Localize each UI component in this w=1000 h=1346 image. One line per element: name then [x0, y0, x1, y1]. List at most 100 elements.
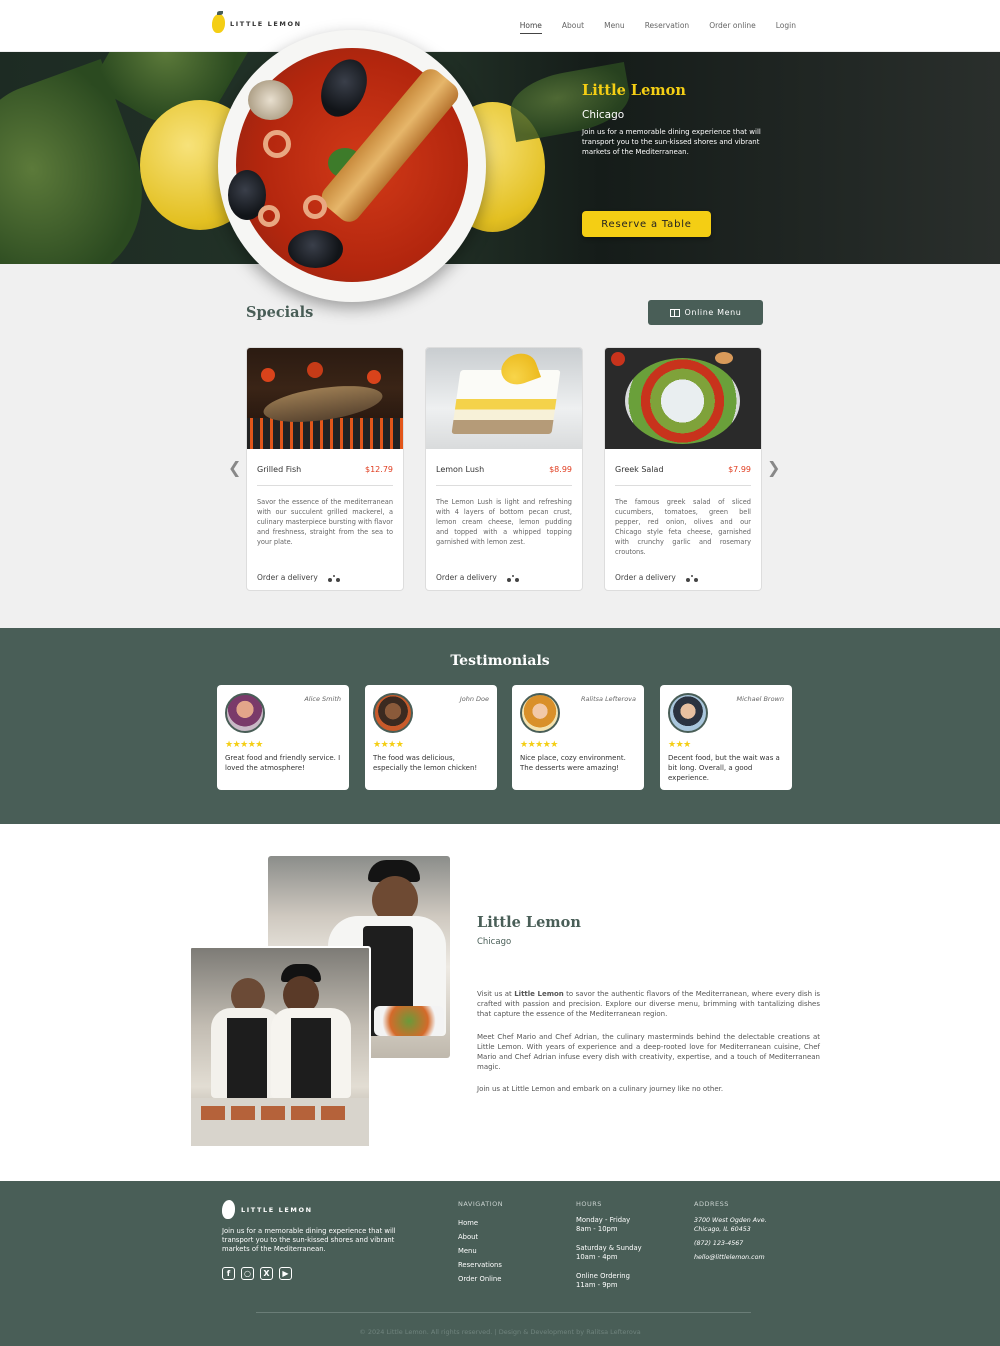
- divider: [615, 485, 751, 486]
- footer-link-menu[interactable]: Menu: [458, 1244, 503, 1258]
- star-rating: ★★★★: [373, 740, 404, 750]
- footer-address-heading: ADDRESS: [694, 1200, 729, 1208]
- special-name: Greek Salad: [615, 465, 664, 474]
- footer-nav-heading: NAVIGATION: [458, 1200, 504, 1208]
- scooter-icon: [327, 574, 340, 582]
- special-card[interactable]: Grilled Fish $12.79 Savor the essence of…: [246, 347, 404, 591]
- online-menu-button[interactable]: Online Menu: [648, 300, 763, 325]
- footer-logo[interactable]: LITTLE LEMON: [222, 1200, 313, 1219]
- footer-hours: HOURS Monday - Friday 8am - 10pm Saturday…: [576, 1200, 642, 1300]
- hours-online: Online Ordering 11am - 9pm: [576, 1272, 630, 1289]
- special-price: $8.99: [549, 465, 572, 474]
- special-name: Lemon Lush: [436, 465, 485, 474]
- order-delivery-link[interactable]: Order a delivery: [257, 573, 340, 582]
- nav-menu[interactable]: Menu: [604, 21, 625, 34]
- reserve-table-button[interactable]: Reserve a Table: [582, 211, 711, 237]
- testimonials-title: Testimonials: [450, 653, 550, 669]
- social-links: f ○ X ▶: [222, 1267, 292, 1280]
- testimonial-card: Ralitsa Lefterova ★★★★★ Nice place, cozy…: [512, 685, 644, 790]
- nav-order-online[interactable]: Order online: [709, 21, 756, 34]
- lemon-logo-icon: [212, 11, 225, 33]
- online-menu-label: Online Menu: [684, 308, 742, 317]
- specials-title: Specials: [246, 304, 314, 321]
- youtube-icon[interactable]: ▶: [279, 1267, 292, 1280]
- order-delivery-label: Order a delivery: [436, 573, 497, 582]
- nav-home[interactable]: Home: [519, 21, 542, 34]
- about-paragraph-1: Visit us at Little Lemon to savor the au…: [477, 990, 820, 1018]
- main-nav: Home About Menu Reservation Order online…: [519, 21, 796, 34]
- order-delivery-link[interactable]: Order a delivery: [615, 573, 698, 582]
- about-section: Little Lemon Chicago Visit us at Little …: [0, 824, 1000, 1181]
- reviewer-name: Michael Brown: [736, 695, 784, 703]
- footer-divider: [256, 1312, 751, 1313]
- scooter-icon: [685, 574, 698, 582]
- review-text: Decent food, but the wait was a bit long…: [668, 754, 780, 782]
- footer-hours-heading: HOURS: [576, 1200, 602, 1208]
- address: 3700 West Ogden Ave. Chicago, IL 60453: [694, 1217, 767, 1233]
- nav-reservation[interactable]: Reservation: [645, 21, 690, 34]
- lemon-lush-image: [426, 348, 582, 449]
- lemon-logo-icon: [222, 1200, 235, 1219]
- special-card[interactable]: Lemon Lush $8.99 The Lemon Lush is light…: [425, 347, 583, 591]
- site-header: LITTLE LEMON Home About Menu Reservation…: [0, 0, 1000, 52]
- site-footer: LITTLE LEMON Join us for a memorable din…: [0, 1181, 1000, 1346]
- brand-name: LITTLE LEMON: [230, 19, 302, 28]
- star-rating: ★★★: [668, 740, 691, 750]
- testimonial-card: Alice Smith ★★★★★ Great food and friendl…: [217, 685, 349, 790]
- book-icon: [669, 308, 680, 317]
- special-description: Savor the essence of the mediterranean w…: [257, 498, 393, 546]
- about-paragraph-3: Join us at Little Lemon and embark on a …: [477, 1085, 724, 1093]
- chef-adrian-photo: [189, 946, 371, 1148]
- footer-link-reservations[interactable]: Reservations: [458, 1258, 503, 1272]
- footer-navigation: NAVIGATION Home About Menu Reservations …: [458, 1200, 503, 1286]
- review-text: Great food and friendly service. I loved…: [225, 754, 341, 772]
- avatar: [373, 693, 413, 733]
- specials-section: Specials Online Menu ❮ ❯ Grilled Fish $1…: [0, 264, 1000, 628]
- avatar: [520, 693, 560, 733]
- phone[interactable]: (872) 123-4567: [694, 1239, 767, 1248]
- review-text: The food was delicious, especially the l…: [373, 754, 478, 772]
- avatar: [668, 693, 708, 733]
- grilled-fish-image: [247, 348, 403, 449]
- hero-dish-image: [218, 30, 486, 302]
- about-paragraph-2: Meet Chef Mario and Chef Adrian, the cul…: [477, 1033, 820, 1071]
- testimonials-section: Testimonials Alice Smith ★★★★★ Great foo…: [0, 628, 1000, 824]
- hero-title: Little Lemon: [582, 82, 686, 99]
- footer-link-about[interactable]: About: [458, 1230, 503, 1244]
- footer-address: ADDRESS 3700 West Ogden Ave. Chicago, IL …: [694, 1200, 767, 1267]
- email[interactable]: hello@littlelemon.com: [694, 1253, 767, 1262]
- copyright: © 2024 Little Lemon. All rights reserved…: [359, 1328, 641, 1336]
- review-text: Nice place, cozy environment. The desser…: [520, 754, 626, 772]
- nav-about[interactable]: About: [562, 21, 584, 34]
- footer-link-home[interactable]: Home: [458, 1216, 503, 1230]
- footer-link-order-online[interactable]: Order Online: [458, 1272, 503, 1286]
- special-description: The famous greek salad of sliced cucumbe…: [615, 498, 751, 556]
- avatar: [225, 693, 265, 733]
- reviewer-name: John Doe: [459, 695, 489, 703]
- nav-login[interactable]: Login: [776, 21, 796, 34]
- star-rating: ★★★★★: [225, 740, 263, 750]
- chevron-right-icon[interactable]: ❯: [767, 458, 780, 477]
- hero-subtitle: Chicago: [582, 109, 625, 121]
- footer-brand: LITTLE LEMON: [241, 1205, 313, 1214]
- facebook-icon[interactable]: f: [222, 1267, 235, 1280]
- footer-description: Join us for a memorable dining experienc…: [222, 1227, 396, 1253]
- x-icon[interactable]: X: [260, 1267, 273, 1280]
- about-subtitle: Chicago: [477, 937, 512, 947]
- testimonial-card: Michael Brown ★★★ Decent food, but the w…: [660, 685, 792, 790]
- instagram-icon[interactable]: ○: [241, 1267, 254, 1280]
- hours-weekend: Saturday & Sunday 10am - 4pm: [576, 1244, 642, 1261]
- order-delivery-label: Order a delivery: [615, 573, 676, 582]
- special-name: Grilled Fish: [257, 465, 302, 474]
- about-title: Little Lemon: [477, 914, 581, 931]
- reviewer-name: Ralitsa Lefterova: [580, 695, 636, 703]
- order-delivery-label: Order a delivery: [257, 573, 318, 582]
- hero-text: Little Lemon Chicago Join us for a memor…: [582, 82, 772, 157]
- order-delivery-link[interactable]: Order a delivery: [436, 573, 519, 582]
- chevron-left-icon[interactable]: ❮: [228, 458, 241, 477]
- divider: [436, 485, 572, 486]
- special-description: The Lemon Lush is light and refreshing w…: [436, 498, 572, 546]
- testimonial-card: John Doe ★★★★ The food was delicious, es…: [365, 685, 497, 790]
- special-card[interactable]: Greek Salad $7.99 The famous greek salad…: [604, 347, 762, 591]
- brand-logo[interactable]: LITTLE LEMON: [212, 11, 302, 33]
